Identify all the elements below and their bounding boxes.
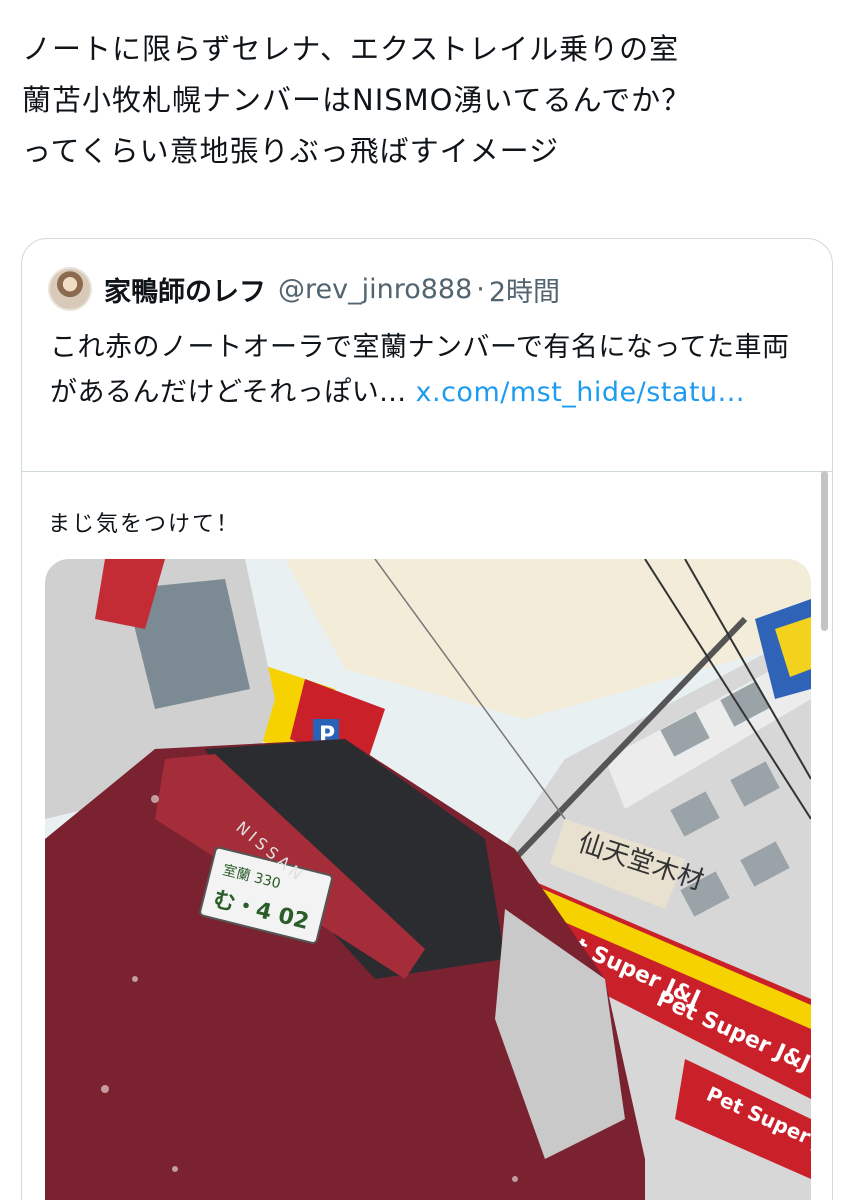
display-name[interactable]: 家鴨師のレフ <box>104 270 266 309</box>
quoted-link[interactable]: x.com/mst_hide/statu... <box>416 377 745 408</box>
photo-scene: 仙天堂木材 Pet Super J&J Pet Super J&J Pet Su… <box>45 559 811 1200</box>
attached-photo[interactable]: 仙天堂木材 Pet Super J&J Pet Super J&J Pet Su… <box>45 559 811 1200</box>
card-divider <box>22 471 832 472</box>
scrollbar[interactable] <box>821 471 828 631</box>
quoted-tweet-header: 家鴨師のレフ @rev_jinro888 · 2時間 <box>48 265 560 313</box>
tweet-page: ノートに限らずセレナ、エクストレイル乗りの室 蘭苫小牧札幌ナンバーはNISMO湧… <box>0 0 854 1200</box>
separator-dot: · <box>476 273 485 305</box>
user-avatar-icon[interactable] <box>48 267 92 311</box>
quoted-tweet-text: これ赤のノートオーラで室蘭ナンバーで有名になってた車両があるんだけどそれっぽい.… <box>50 325 790 415</box>
inner-tweet-text: まじ気をつけて！ <box>48 512 241 537</box>
quoted-tweet-card[interactable]: 家鴨師のレフ @rev_jinro888 · 2時間 これ赤のノートオーラで室蘭… <box>21 238 833 1200</box>
user-handle[interactable]: @rev_jinro888 <box>278 274 472 305</box>
timestamp[interactable]: 2時間 <box>489 270 560 309</box>
tweet-text: ノートに限らずセレナ、エクストレイル乗りの室 蘭苫小牧札幌ナンバーはNISMO湧… <box>22 32 692 168</box>
